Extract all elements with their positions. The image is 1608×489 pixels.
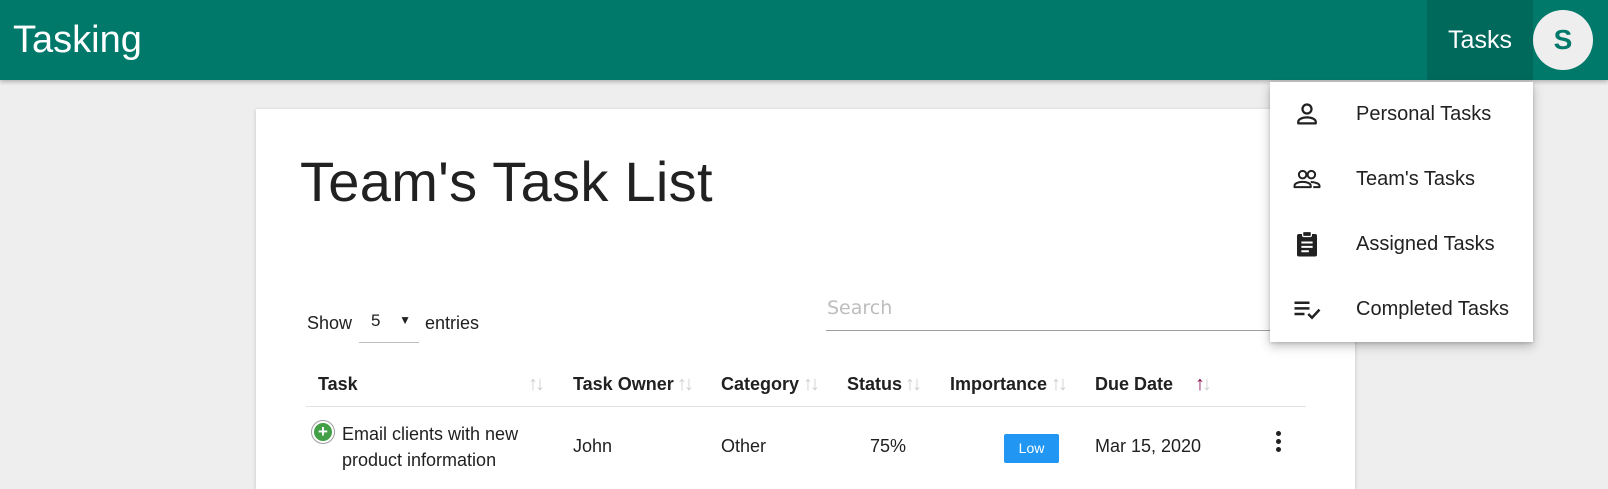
task-name-line: Email clients with new [342,424,519,444]
column-header-status[interactable]: Status [847,362,902,407]
user-avatar[interactable]: S [1533,10,1593,70]
column-header-due-date[interactable]: Due Date [1095,362,1173,407]
table-header: Task ↑↓ Task Owner ↑↓ Category ↑↓ Status… [306,362,1306,407]
app-title[interactable]: Tasking [13,18,142,62]
menu-item-assigned-tasks[interactable]: Assigned Tasks [1270,212,1533,277]
sort-arrows-icon[interactable]: ↑↓ [677,362,694,407]
clipboard-icon [1297,230,1317,257]
caret-down-icon: ▼ [399,313,412,327]
task-cell: Email clients with new product informati… [342,421,518,473]
tasks-menu-button[interactable]: Tasks [1427,0,1533,80]
task-list-card: Team's Task List Show 5 ▼ entries Task ↑… [256,109,1355,489]
column-header-importance[interactable]: Importance [950,362,1047,407]
menu-item-label: Personal Tasks [1356,103,1492,125]
more-options-icon[interactable] [1272,431,1284,461]
column-header-task-owner[interactable]: Task Owner [573,362,674,407]
expand-row-plus-icon[interactable]: + [312,421,334,443]
entries-select-value: 5 [371,311,381,330]
tasks-dropdown-menu: Personal Tasks Team's Tasks Assigned Tas… [1270,82,1533,342]
menu-item-teams-tasks[interactable]: Team's Tasks [1270,147,1533,212]
importance-badge: Low [1004,434,1059,463]
entries-label: entries [425,312,480,333]
menu-item-personal-tasks[interactable]: Personal Tasks [1270,82,1533,147]
status-cell: 75% [870,436,907,456]
menu-item-label: Assigned Tasks [1356,233,1495,255]
category-cell: Other [721,436,767,456]
page-title: Team's Task List [300,150,713,213]
menu-item-completed-tasks[interactable]: Completed Tasks [1270,277,1533,342]
search-field [826,287,1297,331]
table-row: + Email clients with new product informa… [306,407,1306,487]
person-icon [1297,103,1317,125]
people-icon [1293,169,1321,189]
sort-ascending-icon[interactable]: ↑↓ [1195,362,1212,407]
search-input[interactable] [827,289,1297,327]
top-app-bar: Tasking Tasks S [0,0,1608,80]
task-name-line: product information [342,450,497,470]
checklist-icon [1294,301,1321,320]
column-header-task[interactable]: Task [318,362,358,407]
entries-control: Show 5 ▼ entries [307,307,480,343]
menu-item-label: Completed Tasks [1356,298,1510,320]
task-owner-cell: John [573,436,613,456]
sort-arrows-icon[interactable]: ↑↓ [1051,362,1068,407]
sort-arrows-icon[interactable]: ↑↓ [528,362,545,407]
show-label: Show [307,312,353,333]
sort-arrows-icon[interactable]: ↑↓ [803,362,820,407]
entries-select[interactable]: 5 ▼ [359,303,420,343]
menu-item-label: Team's Tasks [1356,168,1476,190]
column-header-category[interactable]: Category [721,362,799,407]
due-date-cell: Mar 15, 2020 [1095,436,1202,456]
sort-arrows-icon[interactable]: ↑↓ [905,362,922,407]
